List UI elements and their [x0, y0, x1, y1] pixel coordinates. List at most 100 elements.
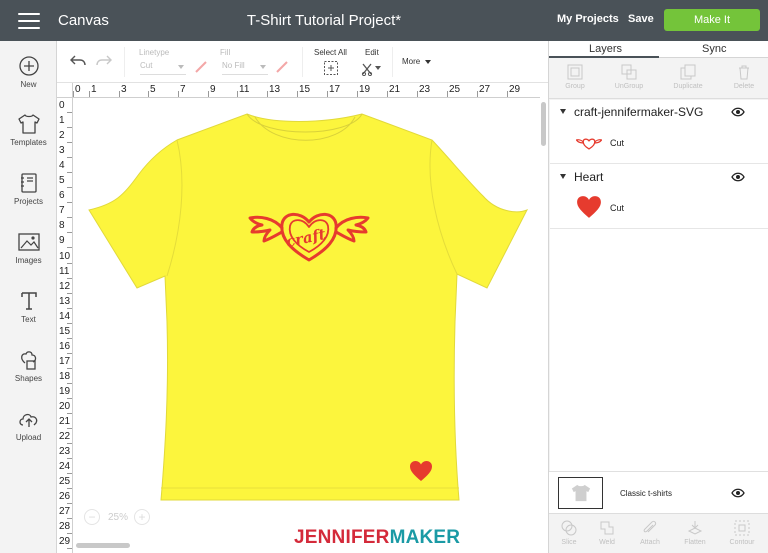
- jennifermaker-watermark: JENNIFERMAKER: [294, 527, 460, 549]
- layer-item[interactable]: Cut: [550, 124, 768, 164]
- more-button[interactable]: More: [402, 57, 432, 66]
- header-bar: Canvas T-Shirt Tutorial Project* My Proj…: [0, 0, 768, 41]
- sidebar-item-new[interactable]: New: [0, 55, 57, 107]
- ruler-tick-label: 7: [59, 205, 65, 217]
- layer-actions-bar: Group UnGroup Duplicate Delete: [549, 59, 768, 99]
- vertical-scrollbar[interactable]: [540, 98, 548, 158]
- ruler-tick: [208, 91, 209, 97]
- linetype-value: Cut: [140, 61, 153, 70]
- paperclip-icon: [643, 520, 657, 533]
- ruler-tick-label: 14: [59, 310, 71, 322]
- sidebar-item-text[interactable]: Text: [0, 290, 57, 342]
- ruler-tick: [267, 91, 268, 97]
- layer-group-name: Heart: [574, 170, 604, 184]
- ruler-tick-label: 21: [389, 84, 401, 95]
- sidebar-item-projects[interactable]: Projects: [0, 172, 57, 224]
- layers-panel: Layers Sync Group UnGroup Duplicate Dele…: [548, 41, 768, 553]
- ungroup-icon: [621, 64, 637, 80]
- fill-select[interactable]: No Fill: [222, 61, 268, 75]
- undo-icon[interactable]: [69, 54, 87, 68]
- contour-label: Contour: [729, 539, 755, 546]
- attach-button[interactable]: Attach: [630, 520, 670, 546]
- zoom-in-button[interactable]: +: [134, 509, 150, 525]
- collapse-caret-icon[interactable]: [560, 174, 566, 179]
- design-canvas[interactable]: craft: [73, 98, 540, 553]
- horizontal-scrollbar-thumb[interactable]: [76, 543, 130, 548]
- ruler-tick: [417, 91, 418, 97]
- ruler-tick: [119, 91, 120, 97]
- weld-button[interactable]: Weld: [587, 520, 627, 546]
- sidebar-item-label: Images: [15, 256, 42, 265]
- flatten-button[interactable]: Flatten: [675, 520, 715, 546]
- ruler-tick: [178, 91, 179, 97]
- ruler-tick-label: 20: [59, 401, 71, 412]
- layer-group-row[interactable]: craft-jennifermaker-SVG: [550, 100, 768, 124]
- chevron-down-icon: [425, 59, 432, 64]
- tshirt-mockup: [88, 113, 529, 501]
- ruler-tick-label: 3: [121, 84, 127, 95]
- sidebar-item-label: Templates: [10, 138, 47, 147]
- shirt-icon: [571, 484, 591, 502]
- ruler-corner: [57, 83, 73, 98]
- delete-button[interactable]: Delete: [724, 64, 764, 90]
- ungroup-button[interactable]: UnGroup: [609, 64, 649, 90]
- ruler-tick-label: 2: [59, 130, 65, 142]
- group-button[interactable]: Group: [555, 64, 595, 90]
- active-tab-indicator: [549, 56, 659, 58]
- save-button[interactable]: Save: [628, 13, 654, 25]
- heart-layer-thumbnail: [577, 196, 601, 218]
- ruler-tick-label: 18: [59, 370, 71, 382]
- sidebar-item-shapes[interactable]: Shapes: [0, 349, 57, 401]
- sidebar-item-images[interactable]: Images: [0, 231, 57, 283]
- duplicate-button[interactable]: Duplicate: [668, 64, 708, 90]
- group-icon: [567, 64, 583, 80]
- tab-sync[interactable]: Sync: [702, 43, 726, 55]
- eye-icon[interactable]: [731, 488, 745, 498]
- heart-design[interactable]: [409, 460, 433, 482]
- vertical-scrollbar-thumb[interactable]: [541, 102, 546, 146]
- toolbar-divider: [124, 47, 125, 77]
- redo-icon[interactable]: [95, 54, 113, 68]
- contour-button[interactable]: Contour: [722, 520, 762, 546]
- trash-icon: [739, 65, 749, 80]
- sidebar-item-upload[interactable]: Upload: [0, 408, 57, 460]
- ruler-tick-label: 1: [91, 84, 97, 95]
- watermark-part-1: JENNIFER: [294, 527, 390, 548]
- linetype-color-swatch-icon[interactable]: [194, 60, 208, 74]
- top-ruler: 0 1 3 5 7 9 11 13 15 17 19 21 23 25 27 29: [73, 83, 540, 98]
- craft-wings-heart-design[interactable]: craft: [248, 206, 370, 268]
- notebook-icon: [20, 173, 37, 193]
- fill-color-swatch-icon[interactable]: [275, 60, 289, 74]
- layer-group-row[interactable]: Heart: [550, 165, 768, 189]
- make-it-button[interactable]: Make It: [664, 9, 760, 31]
- ruler-tick: [297, 91, 298, 97]
- eye-icon[interactable]: [731, 107, 745, 117]
- ungroup-label: UnGroup: [614, 83, 644, 90]
- more-label: More: [402, 57, 421, 66]
- ruler-tick-label: 23: [419, 84, 431, 95]
- ruler-tick-label: 21: [59, 416, 71, 428]
- slice-label: Slice: [561, 539, 577, 546]
- collapse-caret-icon[interactable]: [560, 109, 566, 114]
- ruler-tick-label: 24: [59, 461, 71, 473]
- layer-item[interactable]: Cut: [550, 189, 768, 229]
- zoom-out-button[interactable]: −: [84, 509, 100, 525]
- slice-button[interactable]: Slice: [549, 520, 589, 546]
- ruler-tick-label: 23: [59, 446, 71, 458]
- ruler-tick-label: 28: [59, 521, 71, 533]
- sidebar-item-templates[interactable]: Templates: [0, 113, 57, 165]
- toolbar-divider: [302, 47, 303, 77]
- edit-tools-icon[interactable]: [361, 60, 383, 76]
- left-ruler: 0 1 2 3 4 5 6 7 8 9 10 11 12 13 14 15 16 17 18 19 20 21 22 23 24…: [57, 98, 73, 553]
- ruler-tick: [357, 91, 358, 97]
- edit-label: Edit: [365, 48, 379, 57]
- select-all-icon[interactable]: [323, 60, 339, 76]
- my-projects-link[interactable]: My Projects: [557, 13, 619, 25]
- linetype-select[interactable]: Cut: [140, 61, 186, 75]
- canvas-layer-row[interactable]: Classic t-shirts: [549, 471, 768, 513]
- ruler-tick-label: 5: [59, 175, 65, 187]
- eye-icon[interactable]: [731, 172, 745, 182]
- tab-layers[interactable]: Layers: [589, 43, 622, 55]
- ruler-tick: [477, 91, 478, 97]
- sidebar-item-label: Upload: [15, 433, 42, 442]
